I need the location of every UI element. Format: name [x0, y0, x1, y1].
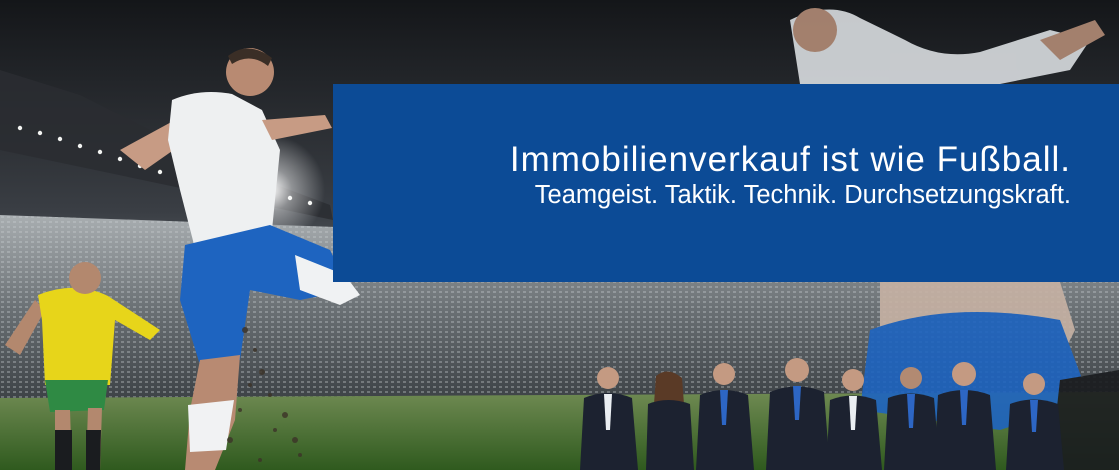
subline: Teamgeist. Taktik. Technik. Durchsetzung… — [534, 181, 1071, 209]
headline-box: Immobilienverkauf ist wie Fußball. Teamg… — [333, 84, 1119, 282]
headline: Immobilienverkauf ist wie Fußball. — [509, 140, 1071, 179]
hero-banner: Immobilienverkauf ist wie Fußball. Teamg… — [0, 0, 1119, 470]
